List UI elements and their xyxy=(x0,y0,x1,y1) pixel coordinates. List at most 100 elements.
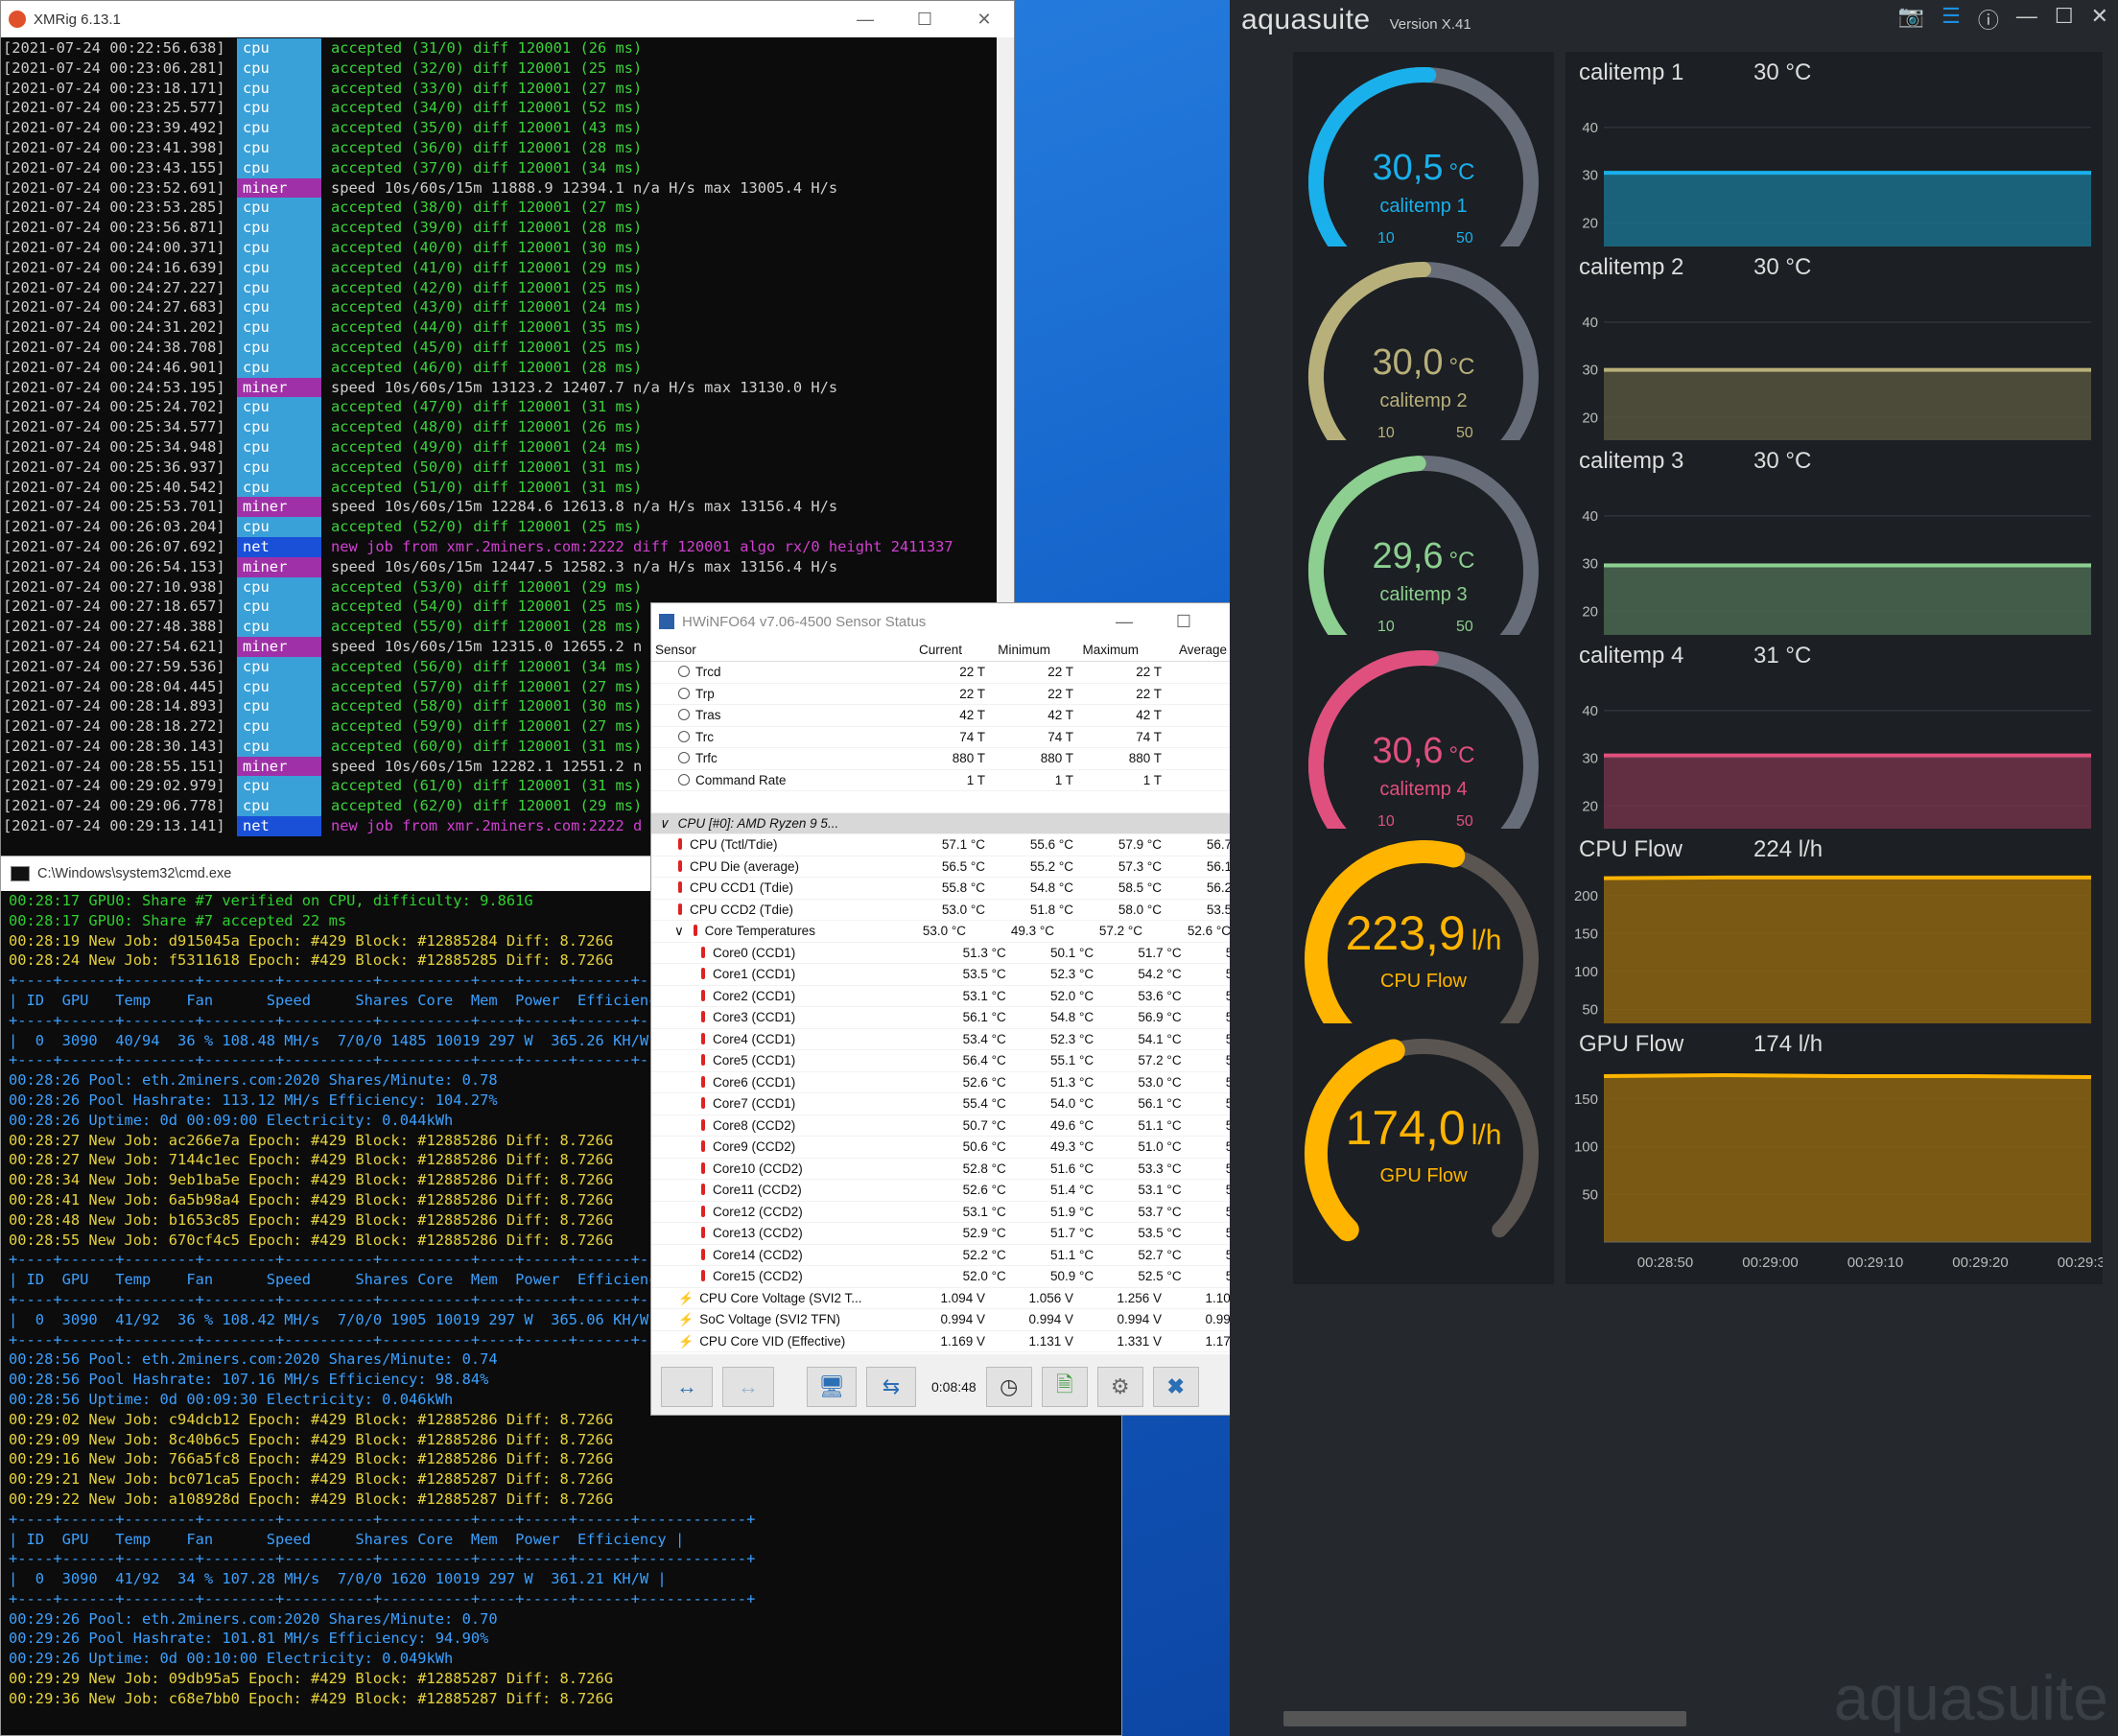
log-message: accepted (35/0) diff 120001 (43 ms) xyxy=(331,119,643,137)
chart-title: calitemp 4 xyxy=(1579,642,1684,669)
log-tag: cpu xyxy=(237,237,321,258)
hwinfo-window[interactable]: HWiNFO64 v7.06-4500 Sensor Status — ☐ ✕ … xyxy=(650,602,1274,1416)
value-maximum: 880 T xyxy=(1128,751,1162,765)
chart-title: calitemp 1 xyxy=(1579,59,1684,85)
close-button[interactable]: ✕ xyxy=(954,1,1014,37)
sensor-row[interactable]: CPU CCD2 (Tdie) 53.0 °C 51.8 °C 58.0 °C 53.5… xyxy=(651,900,1273,921)
y-tick-label: 50 xyxy=(1582,1186,1598,1203)
nav-arrows-disabled-button[interactable]: ↔ xyxy=(722,1367,774,1407)
value-minimum: 1.056 V xyxy=(1028,1290,1073,1305)
settings-gear-icon[interactable]: ⚙ xyxy=(1096,1367,1143,1407)
xmrig-titlebar[interactable]: XMRig 6.13.1 — ☐ ✕ xyxy=(1,1,1014,37)
sensor-row[interactable]: Core3 (CCD1)56.1 °C54.8 °C56.9 °C55.7 °C xyxy=(651,1007,1273,1029)
sensor-row[interactable]: Core9 (CCD2)50.6 °C49.3 °C51.0 °C50.2 °C xyxy=(651,1137,1273,1159)
gauge-tile[interactable]: 174,0 l/h GPU Flow xyxy=(1293,1022,1554,1284)
sensor-row[interactable]: Trcd 22 T 22 T 22 T xyxy=(651,662,1273,684)
sensor-name: Core15 (CCD2) xyxy=(651,1266,922,1287)
hwinfo-sensor-table[interactable]: Trcd 22 T 22 T 22 T Trp 22 T 22 T 22 T Tras 42 T 4… xyxy=(651,662,1273,1354)
sensor-row[interactable]: Core11 (CCD2)52.6 °C51.4 °C53.1 °C52.3 °… xyxy=(651,1180,1273,1202)
log-message: accepted (33/0) diff 120001 (27 ms) xyxy=(331,79,643,97)
sensor-row[interactable]: Core5 (CCD1)56.4 °C55.1 °C57.2 °C56.0 °C xyxy=(651,1050,1273,1072)
maximize-button[interactable]: ☐ xyxy=(2055,4,2074,35)
exit-x-icon[interactable]: ✖ xyxy=(1152,1367,1199,1407)
sensor-row[interactable]: ⚡CPU Core Current (SVI2 T...95.004 A94.8… xyxy=(651,1352,1273,1354)
sensor-name: Core6 (CCD1) xyxy=(651,1072,922,1093)
sensor-row[interactable]: Core6 (CCD1)52.6 °C51.3 °C53.0 °C52.1 °C xyxy=(651,1072,1273,1093)
camera-icon[interactable]: 📷 xyxy=(1898,4,1924,35)
sensor-row[interactable]: ⚡ CPU Core VID (Effective) 1.169 V 1.131 V 1… xyxy=(651,1331,1273,1352)
layers-icon[interactable]: ☰ xyxy=(1942,4,1961,35)
sensor-row[interactable]: Core13 (CCD2)52.9 °C51.7 °C53.5 °C52.6 °… xyxy=(651,1223,1273,1245)
value-current: 53.1 °C xyxy=(962,1204,1006,1219)
log-timestamp: [2021-07-24 00:26:54.153] xyxy=(3,557,225,575)
col-sensor[interactable]: Sensor xyxy=(651,640,878,661)
sensor-row[interactable]: CPU CCD1 (Tdie) 55.8 °C 54.8 °C 58.5 °C 56.2… xyxy=(651,878,1273,900)
chart-tile[interactable]: 150 100 50 00:28:50 00:29:00 00:29:10 00:29:20… xyxy=(1565,1022,2113,1284)
sensor-row[interactable]: Trp 22 T 22 T 22 T xyxy=(651,684,1273,705)
value-minimum xyxy=(970,813,1058,834)
sensor-row[interactable]: Core10 (CCD2)52.8 °C51.6 °C53.3 °C52.5 °… xyxy=(651,1159,1273,1180)
value-current: 1.169 V xyxy=(940,1333,985,1349)
aquasuite-titlebar[interactable]: aquasuite Version X.41 📷 ☰ ⓘ — ☐ ✕ xyxy=(1230,0,2118,40)
sensor-row[interactable]: Core14 (CCD2)52.2 °C51.1 °C52.7 °C51.9 °… xyxy=(651,1245,1273,1266)
sensor-row[interactable]: Core0 (CCD1)51.3 °C50.1 °C51.7 °C50.8 °C xyxy=(651,943,1273,964)
sensor-row[interactable]: Command Rate 1 T 1 T 1 T xyxy=(651,770,1273,791)
sensor-row[interactable]: Trc 74 T 74 T 74 T xyxy=(651,727,1273,748)
log-tag: cpu xyxy=(237,796,321,817)
network-icon-button[interactable]: ⇆ xyxy=(866,1367,916,1407)
sensor-row[interactable]: Trfc 880 T 880 T 880 T xyxy=(651,748,1273,770)
sensor-row[interactable]: Core4 (CCD1)53.4 °C52.3 °C54.1 °C53.0 °C xyxy=(651,1029,1273,1050)
gauge-unit: l/h xyxy=(1471,1118,1502,1151)
chart-current-value: 30 °C xyxy=(1753,59,1812,85)
thermometer-icon xyxy=(701,1184,705,1195)
col-maximum[interactable]: Maximum xyxy=(1054,640,1142,661)
sensor-row[interactable]: ∨ Core Temperatures 53.0 °C 49.3 °C 57.2 °C… xyxy=(651,921,1273,943)
sensor-row[interactable]: Core7 (CCD1)55.4 °C54.0 °C56.1 °C54.9 °C xyxy=(651,1093,1273,1115)
col-minimum[interactable]: Minimum xyxy=(966,640,1054,661)
log-line: [2021-07-24 00:24:00.371] cpu accepted (40… xyxy=(1,237,1014,258)
chevron-down-icon: ∨ xyxy=(659,815,672,831)
log-tag: cpu xyxy=(237,317,321,338)
aquasuite-window[interactable]: aquasuite Version X.41 📷 ☰ ⓘ — ☐ ✕ aquac… xyxy=(1230,0,2118,1736)
aquasuite-sidebar[interactable]: aquacomputer xyxy=(1230,40,1280,1736)
monitor-icon-button[interactable]: 🖥 xyxy=(807,1367,857,1407)
minimize-button[interactable]: — xyxy=(2016,4,2037,35)
aquasuite-horizontal-scrollbar[interactable] xyxy=(1283,1711,1686,1726)
sensor-row[interactable]: Tras 42 T 42 T 42 T xyxy=(651,705,1273,727)
value-maximum: 53.7 °C xyxy=(1138,1204,1182,1219)
sensor-row[interactable]: Core2 (CCD1)53.1 °C52.0 °C53.6 °C52.6 °C xyxy=(651,986,1273,1007)
sensor-row[interactable]: CPU Die (average) 56.5 °C 55.2 °C 57.3 °C 56… xyxy=(651,856,1273,878)
sensor-row[interactable]: Core1 (CCD1)53.5 °C52.3 °C54.2 °C53.1 °C xyxy=(651,964,1273,986)
info-icon[interactable]: ⓘ xyxy=(1978,4,1999,35)
clock-icon-button[interactable]: ◷ xyxy=(985,1367,1032,1407)
log-tag: cpu xyxy=(237,98,321,119)
sensor-row[interactable]: ∨ CPU [#0]: AMD Ryzen 9 5... xyxy=(651,812,1273,834)
value-maximum: 58.0 °C xyxy=(1118,902,1162,917)
value-current: 53.0 °C xyxy=(922,924,966,938)
sensor-row[interactable]: Core15 (CCD2)52.0 °C50.9 °C52.5 °C51.7 °… xyxy=(651,1266,1273,1288)
sensor-row[interactable] xyxy=(651,791,1273,813)
chart-title: calitemp 3 xyxy=(1579,448,1684,474)
clock-circle-icon xyxy=(678,752,690,763)
minimize-button[interactable]: — xyxy=(835,1,895,37)
maximize-button[interactable]: ☐ xyxy=(1154,603,1213,640)
col-average[interactable]: Average xyxy=(1142,640,1231,661)
sensor-row[interactable]: Core12 (CCD2)53.1 °C51.9 °C53.7 °C52.8 °… xyxy=(651,1202,1273,1223)
sensor-row[interactable]: CPU (Tctl/Tdie) 57.1 °C 55.6 °C 57.9 °C 56.7… xyxy=(651,834,1273,856)
hwinfo-titlebar[interactable]: HWiNFO64 v7.06-4500 Sensor Status — ☐ ✕ xyxy=(651,603,1273,640)
log-line: [2021-07-24 00:25:36.937] cpu accepted (50… xyxy=(1,457,1014,478)
close-button[interactable]: ✕ xyxy=(2091,4,2108,35)
value-average: 52.6 °C xyxy=(1187,924,1231,938)
gauge-min: 10 xyxy=(1377,812,1395,830)
sensor-row[interactable]: ⚡ SoC Voltage (SVI2 TFN) 0.994 V 0.994 V 0.9… xyxy=(651,1309,1273,1331)
chevron-down-icon[interactable]: ∨ xyxy=(674,924,688,938)
col-current[interactable]: Current xyxy=(878,640,966,661)
value-minimum: 1.131 V xyxy=(1028,1333,1073,1349)
sensor-row[interactable]: Core8 (CCD2)50.7 °C49.6 °C51.1 °C50.4 °C xyxy=(651,1115,1273,1137)
sensor-row[interactable]: ⚡ CPU Core Voltage (SVI2 T... 1.094 V 1.056… xyxy=(651,1288,1273,1309)
log-line: [2021-07-24 00:25:34.948] cpu accepted (49… xyxy=(1,436,1014,457)
nav-arrows-button[interactable]: ↔ xyxy=(661,1367,713,1407)
log-file-icon-button[interactable]: 🗎 xyxy=(1041,1367,1088,1407)
maximize-button[interactable]: ☐ xyxy=(895,1,954,37)
minimize-button[interactable]: — xyxy=(1094,603,1154,640)
